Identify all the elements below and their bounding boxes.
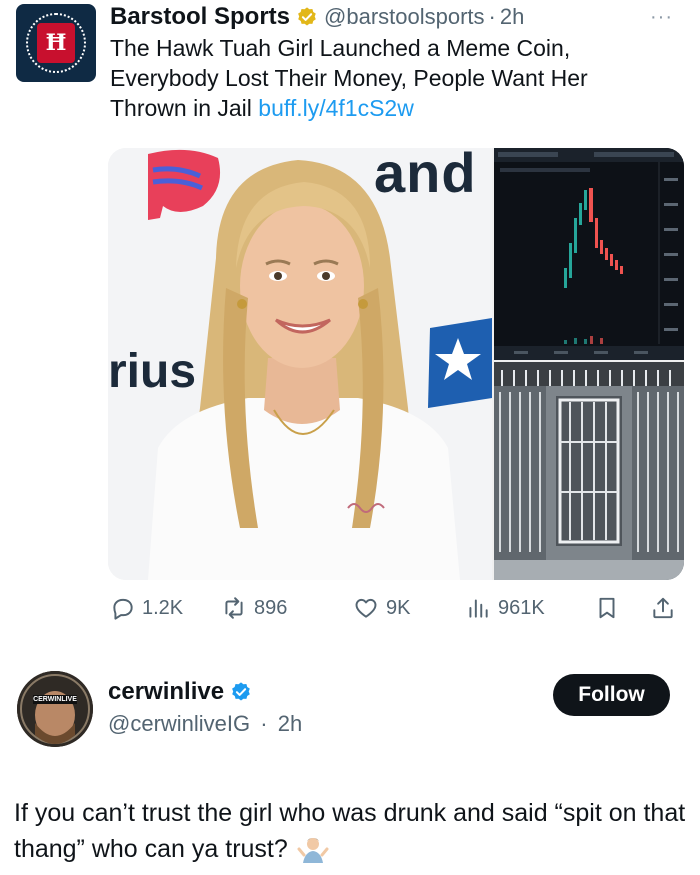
view-count: 961K — [498, 596, 545, 619]
heart-icon — [355, 598, 377, 618]
avatar-illustration — [17, 671, 93, 747]
follow-button[interactable]: Follow — [553, 674, 670, 716]
verified-blue-badge-icon — [232, 682, 250, 701]
reply-separator: · — [260, 711, 268, 736]
views-button[interactable]: 961K — [464, 592, 545, 624]
quoted-tweet-link[interactable]: buff.ly/4f1cS2w — [258, 95, 414, 121]
right-earring — [358, 299, 368, 309]
jail-cell-icon — [494, 362, 684, 580]
quoted-handle[interactable]: @barstoolsports — [324, 4, 485, 30]
like-count: 9K — [386, 596, 411, 619]
more-options-icon[interactable]: ··· — [650, 6, 673, 29]
reply-tweet-text: If you can’t trust the girl who was drun… — [14, 795, 694, 867]
reply-handle[interactable]: @cerwinliveIG — [108, 711, 250, 736]
man-shrugging-emoji-icon — [297, 838, 329, 864]
face — [240, 204, 364, 368]
reply-handle-line: @cerwinliveIG · 2h — [108, 711, 302, 737]
reply-icon — [113, 598, 133, 620]
woman-photo[interactable]: and rius — [108, 148, 492, 580]
quoted-timestamp[interactable]: 2h — [500, 4, 524, 30]
reply-display-name[interactable]: cerwinlive — [108, 678, 224, 706]
reply-button[interactable]: 1.2K — [110, 592, 183, 624]
reply-count: 1.2K — [142, 596, 184, 619]
cerwinlive-avatar[interactable]: CERWINLIVE — [17, 671, 93, 747]
barstool-avatar[interactable]: Ħ — [16, 4, 96, 82]
tweet-media[interactable]: and rius — [108, 148, 684, 580]
reply-tweet-body: If you can’t trust the girl who was drun… — [14, 799, 686, 863]
share-button[interactable] — [650, 592, 682, 624]
verified-gold-badge-icon — [298, 7, 316, 26]
repost-icon — [225, 597, 243, 619]
right-pupil — [322, 272, 330, 280]
white-shirt — [148, 398, 460, 580]
backdrop-text-top: and — [374, 148, 477, 204]
bar-chart-icon — [469, 599, 488, 618]
tweet-actions: 1.2K 896 9K 961K — [108, 592, 684, 624]
left-earring — [237, 299, 247, 309]
share-icon — [653, 597, 673, 619]
jail-cell-photo[interactable] — [494, 362, 684, 580]
left-pupil — [274, 272, 282, 280]
barstool-logo-ring: Ħ — [26, 13, 86, 73]
candlestick-chart-icon — [494, 148, 684, 360]
bookmark-icon — [599, 597, 615, 619]
backdrop-text-side: rius — [108, 345, 197, 398]
quoted-tweet-text: The Hawk Tuah Girl Launched a Meme Coin,… — [110, 33, 670, 123]
repost-button[interactable]: 896 — [220, 592, 287, 624]
quoted-tweet-header: Barstool Sports @barstoolsports · 2h — [110, 2, 524, 32]
avatar-label: CERWINLIVE — [33, 696, 77, 703]
reply-timestamp[interactable]: 2h — [278, 711, 302, 736]
barstool-logo-icon: Ħ — [37, 23, 75, 63]
like-button[interactable]: 9K — [352, 592, 410, 624]
quoted-display-name[interactable]: Barstool Sports — [110, 3, 290, 31]
repost-count: 896 — [254, 596, 288, 619]
quoted-separator: · — [488, 4, 496, 29]
candlestick-chart-photo[interactable] — [494, 148, 684, 360]
reply-name-line: cerwinlive — [108, 678, 252, 706]
bookmark-button[interactable] — [594, 592, 626, 624]
